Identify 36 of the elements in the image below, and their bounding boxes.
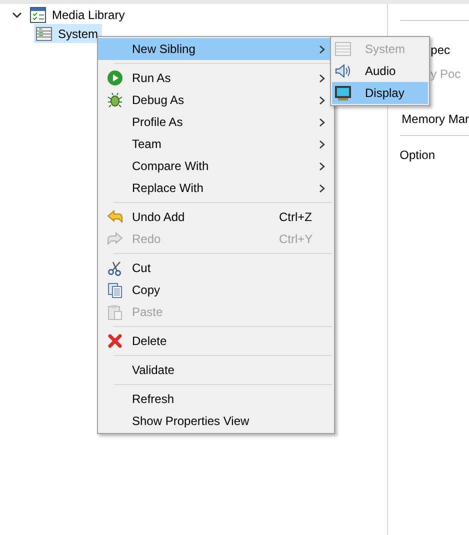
menu-item[interactable]: Cut — [98, 257, 334, 279]
menu-item[interactable]: Debug As — [98, 89, 334, 111]
undo-icon — [107, 209, 123, 225]
tree-item[interactable]: Media Library — [52, 8, 125, 22]
copy-icon — [107, 282, 123, 298]
shortcut-label: Ctrl+Z — [279, 210, 312, 224]
property-label: y Poc — [430, 66, 462, 83]
play-icon — [107, 70, 123, 86]
shortcut-label: Ctrl+Y — [279, 232, 313, 246]
menu-item[interactable]: Delete — [98, 330, 334, 352]
menu-item[interactable]: Replace With — [98, 177, 334, 199]
property-label: Memory Mar — [400, 111, 469, 128]
scissors-icon — [107, 260, 123, 276]
menu-item[interactable]: Show Properties View — [98, 410, 334, 432]
chevron-down-icon[interactable] — [12, 10, 22, 18]
panel-icon — [335, 41, 351, 57]
tree-item[interactable]: System — [34, 24, 102, 43]
section-label: Option — [400, 148, 436, 162]
menu-item[interactable]: Run As — [98, 67, 334, 89]
menu-item[interactable]: Profile As — [98, 111, 334, 133]
bug-icon — [107, 92, 123, 108]
monitor-icon — [335, 85, 351, 101]
menu-item[interactable]: Compare With — [98, 155, 334, 177]
clipboard-icon — [107, 304, 123, 320]
speaker-icon — [335, 63, 351, 79]
menu-item[interactable]: Copy — [98, 279, 334, 301]
menu-item[interactable]: Validate — [98, 359, 334, 381]
panel-icon — [36, 26, 52, 42]
menu-item[interactable]: Audio — [332, 60, 428, 82]
redo-icon — [107, 231, 123, 247]
menu-item[interactable]: Refresh — [98, 388, 334, 410]
checklist-icon — [30, 6, 46, 22]
menu-item[interactable]: Undo Add Ctrl+Z — [98, 206, 334, 228]
menu-item[interactable]: Team — [98, 133, 334, 155]
menu-item[interactable]: Display — [332, 82, 428, 104]
delete-icon — [107, 333, 123, 349]
